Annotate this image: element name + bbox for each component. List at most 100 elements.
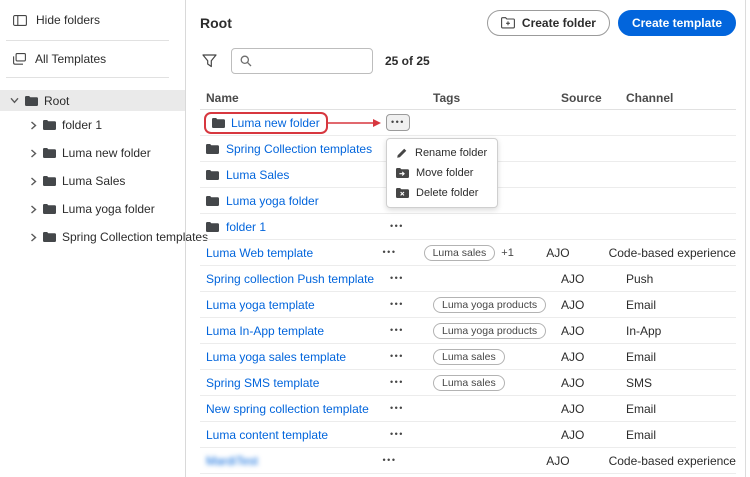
source-value: AJO bbox=[561, 350, 626, 364]
folder-context-menu: Rename folder Move folder Delete folder bbox=[386, 138, 498, 208]
column-header-tags: Tags bbox=[433, 91, 561, 105]
column-header-name: Name bbox=[200, 91, 433, 105]
tree-item-label: folder 1 bbox=[62, 118, 102, 132]
search-input[interactable] bbox=[258, 54, 364, 68]
folder-link[interactable]: Luma Sales bbox=[226, 168, 289, 182]
channel-value: Email bbox=[626, 402, 736, 416]
template-link[interactable]: Luma content template bbox=[206, 428, 328, 442]
more-actions-button[interactable]: ••• bbox=[379, 246, 401, 259]
more-actions-button[interactable]: ••• bbox=[379, 454, 401, 467]
menu-item-label: Move folder bbox=[416, 167, 473, 179]
folder-icon bbox=[43, 120, 56, 130]
folder-icon bbox=[206, 170, 219, 180]
panel-collapse-icon bbox=[13, 15, 27, 26]
table-row[interactable]: New spring collection template ••• AJO E… bbox=[200, 396, 736, 422]
table-row[interactable]: Luma yoga sales template ••• Luma sales … bbox=[200, 344, 736, 370]
table-row[interactable]: Luma yoga template ••• Luma yoga product… bbox=[200, 292, 736, 318]
table-row[interactable]: folder 1 ••• bbox=[200, 214, 736, 240]
folder-icon bbox=[206, 144, 219, 154]
templates-icon bbox=[13, 53, 26, 65]
more-actions-button[interactable]: ••• bbox=[386, 402, 408, 415]
create-folder-label: Create folder bbox=[522, 16, 596, 30]
create-folder-button[interactable]: Create folder bbox=[487, 10, 610, 36]
chevron-right-icon bbox=[30, 177, 37, 186]
table-row[interactable]: Luma Web template ••• Luma sales +1 AJO … bbox=[200, 240, 736, 266]
chevron-right-icon bbox=[30, 205, 37, 214]
folder-tree: Root folder 1 Luma new folder Luma Sales bbox=[0, 90, 185, 251]
table-row[interactable]: Luma new folder ••• bbox=[200, 110, 736, 136]
table-row[interactable]: MardiTest ••• AJO Code-based experience bbox=[200, 448, 736, 474]
template-link-redacted[interactable]: MardiTest bbox=[206, 454, 258, 468]
more-actions-button[interactable]: ••• bbox=[386, 350, 408, 363]
source-value: AJO bbox=[546, 454, 608, 468]
channel-value: Push bbox=[626, 272, 736, 286]
source-value: AJO bbox=[561, 272, 626, 286]
table-row[interactable]: Spring SMS template ••• Luma sales AJO S… bbox=[200, 370, 736, 396]
more-actions-button[interactable]: ••• bbox=[386, 220, 408, 233]
tag-pill: Luma yoga products bbox=[433, 323, 546, 339]
more-actions-button[interactable]: ••• bbox=[386, 324, 408, 337]
channel-value: Email bbox=[626, 298, 736, 312]
folder-link[interactable]: Luma yoga folder bbox=[226, 194, 319, 208]
channel-value: In-App bbox=[626, 324, 736, 338]
folder-icon bbox=[43, 148, 56, 158]
tree-item-label: Luma Sales bbox=[62, 174, 125, 188]
table-row[interactable]: Luma In-App template ••• Luma yoga produ… bbox=[200, 318, 736, 344]
tree-item-root[interactable]: Root bbox=[0, 90, 185, 111]
template-link[interactable]: New spring collection template bbox=[206, 402, 369, 416]
chevron-right-icon bbox=[30, 149, 37, 158]
header-actions: Create folder Create template bbox=[487, 10, 736, 36]
tag-pill: Luma sales bbox=[424, 245, 496, 261]
folder-link[interactable]: Spring Collection templates bbox=[226, 142, 372, 156]
menu-item-label: Delete folder bbox=[416, 187, 478, 199]
table-header: Name Tags Source Channel bbox=[200, 86, 736, 110]
tree-item-folder[interactable]: Luma yoga folder bbox=[0, 195, 185, 223]
pencil-icon bbox=[396, 147, 408, 159]
source-value: AJO bbox=[561, 402, 626, 416]
folder-move-icon bbox=[396, 168, 409, 178]
scrollbar[interactable] bbox=[745, 0, 750, 477]
template-link[interactable]: Luma yoga sales template bbox=[206, 350, 346, 364]
folder-link[interactable]: folder 1 bbox=[226, 220, 266, 234]
table-row[interactable]: Spring collection Push template ••• AJO … bbox=[200, 266, 736, 292]
template-link[interactable]: Luma yoga template bbox=[206, 298, 315, 312]
create-template-label: Create template bbox=[632, 16, 722, 30]
more-actions-button[interactable]: ••• bbox=[386, 298, 408, 311]
folder-icon bbox=[43, 176, 56, 186]
table-row[interactable]: Luma content template ••• AJO Email bbox=[200, 422, 736, 448]
more-actions-button[interactable]: ••• bbox=[386, 114, 410, 131]
more-actions-button[interactable]: ••• bbox=[386, 272, 408, 285]
search-box bbox=[231, 48, 373, 74]
channel-value: Email bbox=[626, 350, 736, 364]
folder-link[interactable]: Luma new folder bbox=[231, 116, 320, 130]
tree-item-folder[interactable]: Luma Sales bbox=[0, 167, 185, 195]
search-icon bbox=[240, 55, 252, 67]
tree-item-folder[interactable]: Spring Collection templates bbox=[0, 223, 185, 251]
menu-item-rename-folder[interactable]: Rename folder bbox=[387, 143, 497, 163]
chevron-down-icon bbox=[10, 97, 19, 104]
filter-button[interactable] bbox=[200, 52, 219, 70]
folder-icon bbox=[212, 118, 225, 128]
more-actions-button[interactable]: ••• bbox=[386, 428, 408, 441]
template-link[interactable]: Luma In-App template bbox=[206, 324, 324, 338]
channel-value: Code-based experience bbox=[609, 246, 736, 260]
page-header: Root Create folder Create template bbox=[200, 0, 736, 48]
annotation-highlight-box: Luma new folder bbox=[204, 112, 328, 134]
template-link[interactable]: Spring collection Push template bbox=[206, 272, 374, 286]
tree-item-folder[interactable]: Luma new folder bbox=[0, 139, 185, 167]
tree-item-folder[interactable]: folder 1 bbox=[0, 111, 185, 139]
create-template-button[interactable]: Create template bbox=[618, 10, 736, 36]
folder-icon bbox=[206, 222, 219, 232]
template-link[interactable]: Spring SMS template bbox=[206, 376, 319, 390]
menu-item-move-folder[interactable]: Move folder bbox=[387, 163, 497, 183]
hide-folders-button[interactable]: Hide folders bbox=[0, 0, 185, 40]
channel-value: Code-based experience bbox=[609, 454, 736, 468]
all-templates-item[interactable]: All Templates bbox=[0, 41, 185, 77]
more-actions-button[interactable]: ••• bbox=[386, 376, 408, 389]
menu-item-delete-folder[interactable]: Delete folder bbox=[387, 183, 497, 203]
folders-sidebar: Hide folders All Templates Root bbox=[0, 0, 186, 477]
template-link[interactable]: Luma Web template bbox=[206, 246, 313, 260]
app-window: Hide folders All Templates Root bbox=[0, 0, 750, 477]
folder-icon bbox=[43, 232, 56, 242]
source-value: AJO bbox=[561, 298, 626, 312]
